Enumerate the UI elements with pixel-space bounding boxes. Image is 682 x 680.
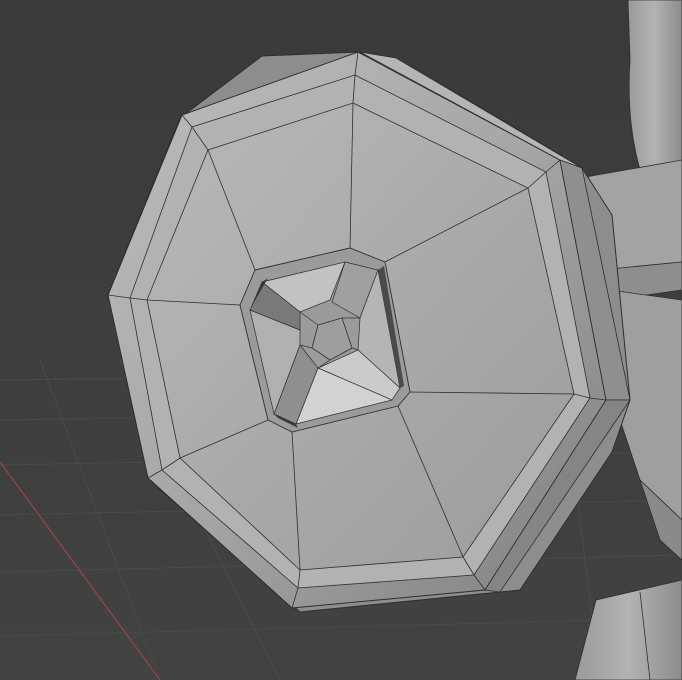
viewport-canvas[interactable]	[0, 0, 682, 680]
3d-viewport[interactable]	[0, 0, 682, 680]
cross-recess[interactable]	[239, 247, 411, 433]
